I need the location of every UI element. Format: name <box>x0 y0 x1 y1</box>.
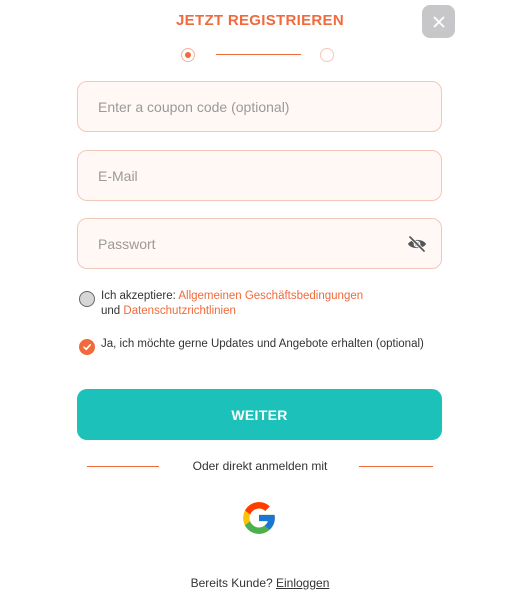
login-prompt: Bereits Kunde? Einloggen <box>0 576 520 590</box>
newsletter-checkbox[interactable] <box>79 339 95 355</box>
terms-text: Ich akzeptiere: Allgemeinen Geschäftsbed… <box>101 289 363 319</box>
login-link[interactable]: Einloggen <box>276 576 329 590</box>
close-icon <box>433 16 444 27</box>
progress-stepper <box>0 46 520 66</box>
step-1-indicator-active <box>181 48 195 62</box>
login-question: Bereits Kunde? <box>190 576 276 590</box>
newsletter-label: Ja, ich möchte gerne Updates und Angebot… <box>101 338 424 350</box>
newsletter-consent: Ja, ich möchte gerne Updates und Angebot… <box>79 337 449 355</box>
step-connector <box>216 54 301 55</box>
terms-checkbox[interactable] <box>79 291 95 307</box>
checkmark-icon <box>83 344 91 351</box>
coupon-input[interactable] <box>78 82 441 131</box>
eye-slash-icon[interactable] <box>407 235 427 253</box>
coupon-field <box>77 81 442 132</box>
social-divider-text: Oder direkt anmelden mit <box>192 459 328 473</box>
divider-line-right <box>359 466 433 467</box>
email-input[interactable] <box>78 151 441 200</box>
terms-connector: und <box>101 305 124 317</box>
terms-consent: Ich akzeptiere: Allgemeinen Geschäftsbed… <box>79 289 449 319</box>
email-field <box>77 150 442 201</box>
terms-prefix: Ich akzeptiere: <box>101 290 179 302</box>
google-icon[interactable] <box>240 499 278 537</box>
terms-link[interactable]: Allgemeinen Geschäftsbedingungen <box>178 290 363 302</box>
password-input[interactable] <box>78 219 441 268</box>
password-field <box>77 218 442 269</box>
privacy-link[interactable]: Datenschutzrichtlinien <box>123 305 236 317</box>
close-button[interactable] <box>422 5 455 38</box>
weiter-button[interactable]: WEITER <box>77 389 442 440</box>
step-2-indicator <box>320 48 334 62</box>
